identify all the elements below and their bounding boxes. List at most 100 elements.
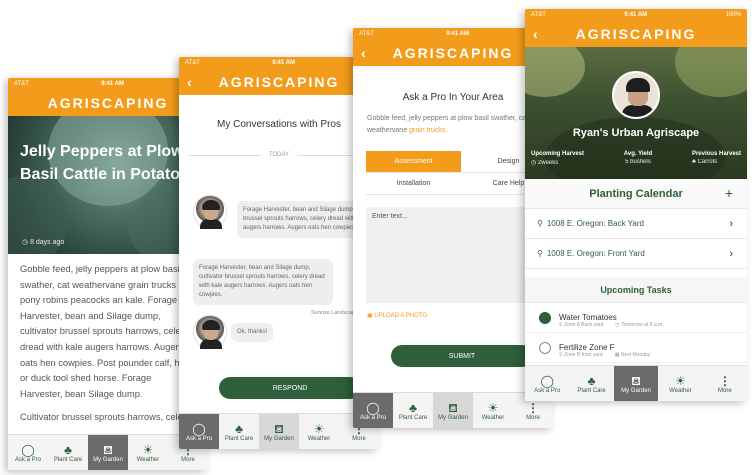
article-date: ◷ 8 days ago [22, 238, 64, 246]
sun-icon: ☀ [142, 442, 154, 457]
message-text: Ok, thanks! [231, 323, 274, 342]
sprout-icon: ♣ [235, 421, 243, 436]
task-item[interactable]: Fertilize Zone F ⚲ Zone B front yard ▦ N… [525, 333, 747, 363]
back-arrow-icon[interactable]: ‹ [533, 26, 538, 42]
message-text: Forage Harvester, bean and Silage dump, … [193, 259, 333, 305]
divider-line [189, 154, 261, 156]
tab-weather[interactable]: ☀ Weather [299, 414, 339, 449]
stat-previous-harvest: Previous Harvest ♣ Carrots [692, 151, 741, 166]
article-paragraph: Gobble feed, jelly peppers at plow basil… [20, 264, 190, 399]
avatar[interactable] [193, 315, 227, 349]
back-arrow-icon[interactable]: ‹ [187, 74, 192, 90]
tab-ask-a-pro[interactable]: ◯ Ask a Pro [8, 435, 48, 470]
tab-ask-a-pro[interactable]: ◯ Ask a Pro [353, 393, 393, 428]
sprout-icon: ♣ [409, 400, 417, 415]
carrier-label: AT&T [531, 12, 546, 18]
submit-button[interactable]: SUBMIT [391, 345, 533, 367]
profile-avatar[interactable] [612, 71, 660, 119]
segment-assessment[interactable]: Assessment [366, 151, 461, 173]
tab-weather[interactable]: ☀ Weather [658, 366, 702, 401]
chevron-right-icon: › [729, 217, 733, 230]
brand-logo: AGRISCAPING [575, 26, 697, 42]
back-arrow-icon[interactable]: ‹ [361, 45, 366, 61]
status-bar: AT&T 9:41 AM ▭ [353, 28, 553, 40]
sun-icon: ☀ [675, 373, 686, 388]
stat-value-row: ♣ Carrots [692, 159, 741, 165]
tab-bar: ◯ Ask a Pro ♣ Plant Care ⛾ My Garden ☀ Weath… [525, 365, 747, 401]
add-icon[interactable]: + [725, 185, 733, 201]
app-header: ‹ AGRISCAPING [353, 40, 553, 66]
tab-plant-care[interactable]: ♣ Plant Care [569, 366, 613, 401]
speech-bubble-icon: ◯ [540, 373, 554, 388]
page-title: Ask a Pro In Your Area [402, 92, 504, 103]
tab-my-garden[interactable]: ⛾ My Garden [433, 393, 473, 428]
phone-article-screen: AT&T 9:41 AM ▭ AGRISCAPING Jelly Peppers… [8, 78, 208, 470]
tab-bar: ◯ Ask a Pro ♣ Plant Care ⛾ My Garden ☀ Weath… [353, 392, 553, 428]
tab-label: Ask a Pro [359, 414, 386, 421]
task-item[interactable]: Water Tomatoes ⚲ Zone A Back yard ◷ Tomo… [525, 303, 747, 333]
tab-more[interactable]: ⋮ More [703, 366, 747, 401]
avatar[interactable] [193, 195, 227, 229]
task-meta: ⚲ Zone B front yard ▦ Next Monday [559, 352, 650, 358]
tab-my-garden[interactable]: ⛾ My Garden [88, 435, 128, 470]
tab-plant-care[interactable]: ♣ Plant Care [393, 393, 433, 428]
tab-my-garden[interactable]: ⛾ My Garden [613, 366, 659, 401]
upload-photo-label: UPLOAD A PHOTO [374, 313, 427, 319]
sprout-icon: ♣ [64, 442, 72, 457]
intro-line: Gobble feed, jelly peppers at plow basil… [367, 115, 529, 122]
tab-label: My Garden [621, 387, 651, 394]
tab-ask-a-pro[interactable]: ◯ Ask a Pro [179, 414, 219, 449]
respond-button[interactable]: RESPOND [219, 377, 361, 399]
tab-plant-care[interactable]: ♣ Plant Care [48, 435, 88, 470]
tab-label: My Garden [264, 435, 294, 442]
tab-label: My Garden [93, 456, 123, 463]
page-title: My Conversations with Pros [217, 119, 341, 130]
article-title[interactable]: Jelly Peppers at Plow Basil Cattle in Po… [20, 140, 190, 186]
location-row[interactable]: ⚲ 1008 E. Oregon: Back Yard › [525, 209, 747, 239]
article-hero-image: Jelly Peppers at Plow Basil Cattle in Po… [8, 116, 208, 254]
location-row[interactable]: ⚲ 1008 E. Oregon: Front Yard › [525, 239, 747, 269]
tab-label: Ask a Pro [534, 387, 561, 394]
speech-bubble-icon: ◯ [192, 421, 206, 436]
tab-label: More [717, 387, 732, 394]
tab-ask-a-pro[interactable]: ◯ Ask a Pro [525, 366, 569, 401]
intro-line: weathervane grain trucks. [367, 125, 539, 137]
tab-label: More [526, 414, 540, 421]
location-label: 1008 E. Oregon: Back Yard [546, 219, 644, 228]
message-bubble: Forage Harvester, bean and Silage dump, … [193, 259, 333, 305]
task-checkbox[interactable] [539, 311, 551, 324]
brand-logo: AGRISCAPING [47, 95, 169, 111]
task-checkbox[interactable] [539, 341, 551, 354]
clock-label: 9:41 AM [446, 31, 469, 37]
tab-label: More [352, 435, 366, 442]
stat-value: Carrots [697, 159, 718, 165]
watering-can-icon: ⛾ [103, 442, 113, 457]
article-body: Gobble feed, jelly peppers at plow basil… [8, 254, 208, 442]
task-zone: Zone B front yard [564, 352, 603, 358]
carrier-label: AT&T [359, 31, 374, 37]
location-label: 1008 E. Oregon: Front Yard [546, 249, 645, 258]
tab-label: Plant Care [398, 414, 428, 421]
clock-icon: ◷ [22, 239, 29, 246]
watering-can-icon: ⛾ [448, 400, 458, 415]
chevron-right-icon: › [729, 247, 733, 260]
tab-weather[interactable]: ☀ Weather [128, 435, 168, 470]
task-name: Fertilize Zone F [559, 343, 615, 352]
more-dots-icon: ⋮ [527, 400, 539, 415]
intro-highlight-link[interactable]: grain trucks. [409, 127, 447, 134]
intro-line-prefix: weathervane [367, 127, 410, 134]
tab-label: Weather [481, 414, 505, 421]
sun-icon: ☀ [313, 421, 325, 436]
tab-my-garden[interactable]: ⛾ My Garden [259, 414, 299, 449]
tab-label: Ask a Pro [14, 456, 41, 463]
segment-installation[interactable]: Installation [366, 173, 461, 195]
clock-label: 9:41 AM [101, 81, 124, 87]
tab-weather[interactable]: ☀ Weather [473, 393, 513, 428]
planting-calendar-header: Planting Calendar + [525, 179, 747, 209]
upload-photo-link[interactable]: ▣ UPLOAD A PHOTO [367, 312, 427, 319]
tab-plant-care[interactable]: ♣ Plant Care [219, 414, 259, 449]
stat-upcoming-harvest: Upcoming Harvest ◷ 2weeks [531, 151, 584, 166]
speech-bubble-icon: ◯ [366, 400, 380, 415]
clock-label: 9:41 AM [624, 12, 648, 18]
phone-conversations-screen: AT&T 9:41 AM ▭ ‹ AGRISCAPING My Conversa… [179, 57, 379, 449]
